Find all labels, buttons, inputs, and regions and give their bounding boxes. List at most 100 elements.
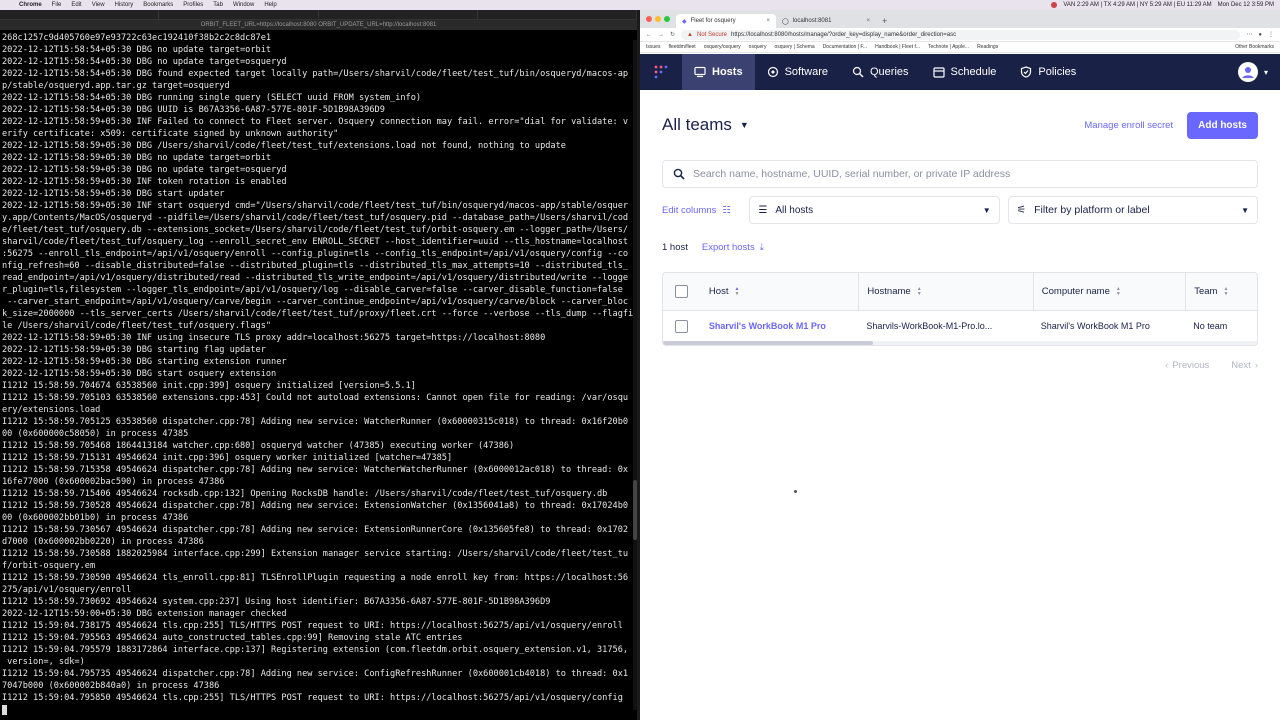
bookmark-item[interactable]: Handbook | Fleet f...: [875, 44, 920, 50]
terminal-line: I1212 15:59:04.795735 49546624 dispatche…: [2, 669, 629, 679]
add-hosts-button[interactable]: Add hosts: [1187, 111, 1258, 139]
url-field[interactable]: ▲ Not Secure https://localhost:8080/host…: [681, 29, 1241, 40]
sort-icon: ▲ ▼: [734, 286, 740, 297]
column-header-hostname[interactable]: Hostname ▲ ▼: [858, 273, 1032, 310]
extensions-icon[interactable]: ⋯: [1246, 31, 1252, 38]
bookmark-item[interactable]: Technote | Apple...: [928, 44, 969, 50]
manage-enroll-secret-button[interactable]: Manage enroll secret: [1084, 120, 1173, 131]
select-all-checkbox[interactable]: [675, 285, 689, 298]
user-menu[interactable]: ▾: [1237, 54, 1280, 90]
column-header-label: Host: [708, 286, 729, 297]
terminal-tab[interactable]: [319, 10, 478, 19]
bookmark-item[interactable]: Documentation | F...: [823, 44, 867, 50]
menu-file[interactable]: File: [47, 2, 67, 8]
terminal-prompt[interactable]: [2, 704, 637, 716]
platform-filter-dropdown[interactable]: ⚟ Filter by platform or label ▼: [1007, 196, 1259, 224]
table-horizontal-scrollbar[interactable]: [663, 341, 1257, 345]
terminal-line: read_endpoint=/api/v1/osquery/distribute…: [2, 273, 629, 283]
browser-tab-localhost[interactable]: ◯ localhost:8081 ×: [776, 14, 876, 28]
nav-software[interactable]: Software: [755, 54, 840, 90]
terminal-line: 2022-12-12T15:58:54+05:30 DBG found expe…: [2, 69, 629, 79]
menu-tab[interactable]: Tab: [208, 2, 228, 8]
bookmark-item[interactable]: fleetdm/fleet: [668, 44, 695, 50]
close-tab-icon[interactable]: ×: [766, 18, 770, 24]
terminal-tab[interactable]: [478, 10, 637, 19]
search-icon: [673, 168, 685, 180]
bookmark-item[interactable]: osquery | Schema: [774, 44, 814, 50]
column-header-computer-name[interactable]: Computer name ▲ ▼: [1032, 273, 1185, 310]
bookmark-item[interactable]: Other Bookmarks: [1235, 44, 1274, 50]
columns-icon: ☷: [722, 204, 731, 216]
export-hosts-button[interactable]: Export hosts ⤓: [702, 242, 764, 253]
bookmark-item[interactable]: osquery/osquery: [704, 44, 741, 50]
previous-page-button[interactable]: ‹ Previous: [1165, 360, 1209, 371]
menu-history[interactable]: History: [110, 2, 139, 8]
table-scroll-thumb[interactable]: [663, 341, 873, 345]
column-header-host[interactable]: Host ▲ ▼: [701, 286, 858, 297]
menu-view[interactable]: View: [87, 2, 110, 8]
bookmark-item[interactable]: Issues: [646, 44, 660, 50]
previous-label: Previous: [1172, 360, 1210, 371]
host-count: 1 host: [662, 241, 688, 253]
fleet-logo-icon[interactable]: [640, 54, 682, 90]
terminal-line: 2022-12-12T15:58:54+05:30 DBG running si…: [2, 93, 422, 103]
menubar-datetime[interactable]: Mon Dec 12 3:59 PM: [1218, 2, 1274, 8]
terminal-line: erify certificate: x509: certificate sig…: [2, 129, 339, 139]
browser-tab-fleet[interactable]: ◆ Fleet for osquery ×: [676, 14, 776, 28]
bookmark-item[interactable]: Readings: [977, 44, 998, 50]
reload-icon[interactable]: ↻: [670, 31, 675, 38]
nav-hosts[interactable]: Hosts: [682, 54, 755, 90]
sort-icon: ▲ ▼: [1115, 285, 1121, 297]
browser-menu-icon[interactable]: ⋮: [1268, 31, 1274, 38]
terminal-line: I1212 15:59:04.795579 1883172864 interfa…: [2, 645, 629, 655]
macos-menubar: Chrome File Edit View History Bookmarks …: [0, 0, 1280, 10]
terminal-tab[interactable]: [0, 10, 160, 19]
terminal-line: 2022-12-12T15:59:00+05:30 DBG extension …: [2, 609, 287, 619]
close-window-icon[interactable]: [646, 16, 652, 22]
menu-edit[interactable]: Edit: [66, 2, 86, 8]
terminal-line: 2022-12-12T15:58:59+05:30 DBG starting e…: [2, 357, 287, 367]
status-filter-dropdown[interactable]: ☰ All hosts ▼: [749, 196, 1000, 224]
menu-chrome[interactable]: Chrome: [14, 2, 47, 8]
platform-filter-value: Filter by platform or label: [1034, 204, 1150, 216]
terminal-window[interactable]: ORBIT_FLEET_URL=https://localhost:8080 O…: [0, 10, 637, 720]
team-dropdown[interactable]: All teams ▼: [662, 115, 749, 135]
schedule-icon: [932, 67, 945, 78]
column-header-team[interactable]: Team ▲ ▼: [1185, 273, 1257, 310]
nav-schedule[interactable]: Schedule: [921, 54, 1009, 90]
page-header: All teams ▼ Manage enroll secret Add hos…: [662, 90, 1258, 160]
menu-help[interactable]: Help: [259, 2, 281, 8]
table-row[interactable]: Sharvil's WorkBook M1 Pro Sharvils-WorkB…: [663, 311, 1257, 341]
terminal-line: I1212 15:59:04.795850 49546624 tls.cpp:2…: [2, 693, 623, 703]
new-tab-button[interactable]: +: [876, 14, 893, 28]
nav-policies[interactable]: Policies: [1008, 54, 1088, 90]
hosts-icon: [694, 66, 706, 78]
menu-window[interactable]: Window: [228, 2, 259, 8]
close-tab-icon[interactable]: ×: [866, 18, 870, 24]
menu-bookmarks[interactable]: Bookmarks: [138, 2, 178, 8]
menu-profiles[interactable]: Profiles: [178, 2, 208, 8]
menubar-status: VAN 2:29 AM | TX 4:29 AM | NY 5:29 AM | …: [1051, 2, 1280, 8]
terminal-line: 2022-12-12T15:58:59+05:30 INF Failed to …: [2, 117, 629, 127]
profile-icon[interactable]: ●: [1258, 32, 1262, 38]
minimize-window-icon[interactable]: [655, 16, 661, 22]
host-search-input[interactable]: Search name, hostname, UUID, serial numb…: [662, 160, 1258, 188]
terminal-line: nfig_refresh=60 --disable_distributed=fa…: [2, 261, 629, 271]
chevron-left-icon: ‹: [1165, 360, 1169, 371]
nav-queries[interactable]: Queries: [840, 54, 921, 90]
bookmark-item[interactable]: osquery: [749, 44, 767, 50]
back-icon[interactable]: ←: [646, 32, 652, 38]
maximize-window-icon[interactable]: [664, 16, 670, 22]
edit-columns-button[interactable]: Edit columns ☷: [662, 205, 741, 216]
next-page-button[interactable]: Next ›: [1231, 360, 1258, 371]
host-link[interactable]: Sharvil's WorkBook M1 Pro: [709, 321, 826, 331]
terminal-tab[interactable]: [159, 10, 319, 19]
column-header-label: Team: [1194, 286, 1218, 297]
forward-icon[interactable]: →: [658, 32, 664, 38]
world-clock[interactable]: VAN 2:29 AM | TX 4:29 AM | NY 5:29 AM | …: [1063, 2, 1211, 8]
terminal-output[interactable]: 268c1257c9d405760e97e93722c63ec192410f38…: [0, 30, 637, 716]
terminal-line: I1212 15:58:59.730528 49546624 dispatche…: [2, 501, 629, 511]
row-checkbox[interactable]: [675, 319, 689, 333]
record-indicator-icon[interactable]: [1051, 2, 1058, 8]
nav-label: Hosts: [712, 66, 743, 78]
